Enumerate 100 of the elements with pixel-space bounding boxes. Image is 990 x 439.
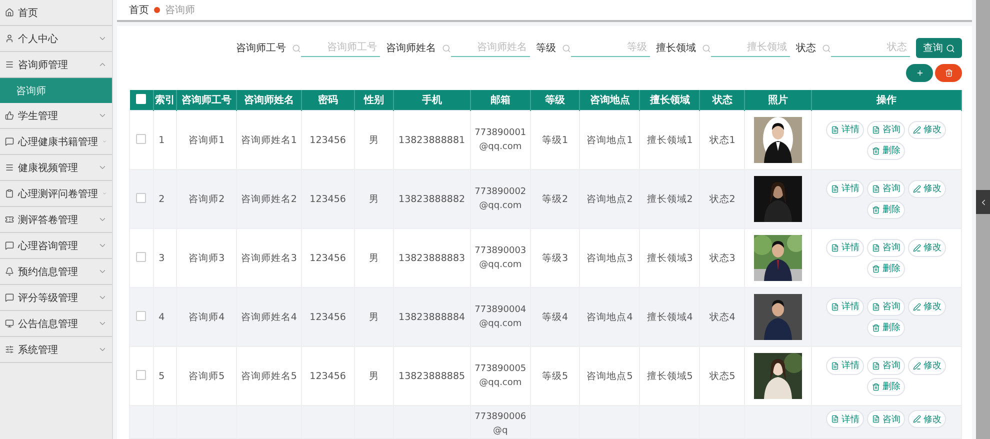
action-button[interactable]: 详情 [826,298,864,316]
table-cell: 咨询地点1 [586,134,633,146]
trash-icon [944,69,952,77]
search-field[interactable]: 咨询师工号 [301,39,380,57]
action-button[interactable]: 咨询 [867,298,906,316]
sidebar-item[interactable]: 评分等级管理 [0,285,112,311]
column-header: 操作 [811,90,962,110]
action-button[interactable]: 咨询 [867,238,906,256]
delete-button[interactable] [935,64,962,82]
field-label: 咨询师姓名 [386,42,436,55]
search-field[interactable]: 等级 [571,39,650,57]
sidebar-item[interactable]: 预约信息管理 [0,259,112,285]
action-button[interactable]: 详情 [826,120,864,138]
column-header: 照片 [744,90,812,110]
action-button[interactable]: 修改 [908,356,946,374]
table-cell: 等级1 [542,134,568,146]
search-icon [292,44,301,52]
breadcrumb-link[interactable]: 咨询师 [165,3,195,17]
table-cell: 2 [158,194,165,204]
select-all-checkbox[interactable] [136,94,146,104]
sidebar-item[interactable]: 健康视频管理 [0,155,112,181]
table-cell: 男 [368,134,379,146]
action-button[interactable]: 修改 [908,120,946,138]
action-button[interactable]: 详情 [826,356,864,374]
table-cell: 13823888883 [398,252,466,264]
table-cell: 擅长领域3 [646,252,693,264]
pen-icon [913,184,922,192]
table-cell: 咨询地点3 [586,252,633,264]
sidebar-item[interactable]: 心理健康书籍管理 [0,129,112,155]
search-field[interactable]: 状态 [831,39,910,57]
action-button[interactable]: 咨询 [867,356,906,374]
table-cell: 男 [368,312,379,322]
action-button[interactable]: 修改 [908,238,946,256]
action-button[interactable]: 删除 [867,200,906,218]
chat-icon [5,137,14,146]
column-header: 邮箱 [470,90,530,110]
table-cell-text: 773890005@qq.com [474,363,528,390]
action-button[interactable]: 咨询 [867,120,906,138]
action-button[interactable]: 删除 [867,318,906,336]
sliders-icon [5,345,14,354]
chat-icon [5,293,14,302]
table-cell-text: 773890003@qq.com [474,245,528,272]
trash-icon [872,206,880,214]
home-icon [5,8,14,17]
table-cell: 咨询地点5 [586,370,633,382]
row-checkbox[interactable] [136,310,146,320]
table-cell: 123456 [310,312,346,322]
breadcrumb-separator-icon [154,7,160,13]
action-button[interactable]: 咨询 [867,180,906,198]
column-header: 索引 [153,90,177,110]
sidebar-item[interactable]: 公告信息管理 [0,311,112,337]
table-cell: 男 [368,370,379,382]
table-cell: 状态5 [709,370,736,382]
table-cell: 等级2 [542,194,568,204]
document-icon [831,362,840,370]
table-cell: 擅长领域1 [646,134,693,146]
add-button[interactable] [906,64,933,82]
search-icon [702,44,711,52]
action-button[interactable]: 删除 [867,260,906,278]
collapse-tab[interactable] [976,190,990,214]
table-cell: 咨询地点2 [586,194,633,204]
document-icon [872,362,880,370]
breadcrumb-link[interactable]: 首页 [129,3,149,17]
sidebar-item[interactable]: 系统管理 [0,337,112,363]
search-field[interactable]: 咨询师姓名 [451,39,530,57]
sidebar-item[interactable]: 心理测评问卷管理 [0,181,112,207]
row-checkbox[interactable] [136,370,146,380]
table-cell: 咨询师4 [188,312,225,322]
sidebar-item[interactable]: 测评答卷管理 [0,207,112,233]
action-button[interactable]: 删除 [867,378,906,396]
column-header: 咨询师工号 [176,90,237,110]
table-cell: 咨询师姓名2 [240,194,297,204]
action-button[interactable]: 修改 [908,180,946,198]
column-header: 状态 [700,90,745,110]
column-header: 密码 [301,90,355,110]
row-checkbox[interactable] [136,252,146,262]
sidebar-item[interactable]: 学生管理 [0,103,112,129]
row-checkbox[interactable] [136,134,146,144]
action-button[interactable]: 修改 [908,298,946,316]
row-checkbox[interactable] [136,192,146,202]
table-cell: 状态2 [709,194,736,204]
action-button[interactable]: 详情 [826,238,864,256]
table-cell: 1 [158,134,165,146]
table-cell-text: 773890002@qq.com [474,186,528,213]
action-button[interactable]: 修改 [908,410,946,428]
action-button[interactable]: 详情 [826,180,864,198]
document-icon [872,244,880,252]
document-icon [831,184,840,192]
table-cell: 咨询师姓名5 [240,370,297,382]
sidebar-item[interactable]: 心理咨询管理 [0,233,112,259]
sidebar-item[interactable]: 个人中心 [0,26,112,52]
search-field[interactable]: 擅长领域 [711,39,790,57]
action-button[interactable]: 详情 [826,410,864,428]
action-button[interactable]: 咨询 [867,410,906,428]
sidebar-item[interactable]: 首页 [0,0,112,26]
table-cell: 咨询师姓名3 [240,252,297,264]
document-icon [872,302,880,310]
sidebar-subitem[interactable]: 咨询师 [0,78,112,103]
action-button[interactable]: 删除 [867,142,906,160]
search-button[interactable]: 查询 [916,38,962,58]
